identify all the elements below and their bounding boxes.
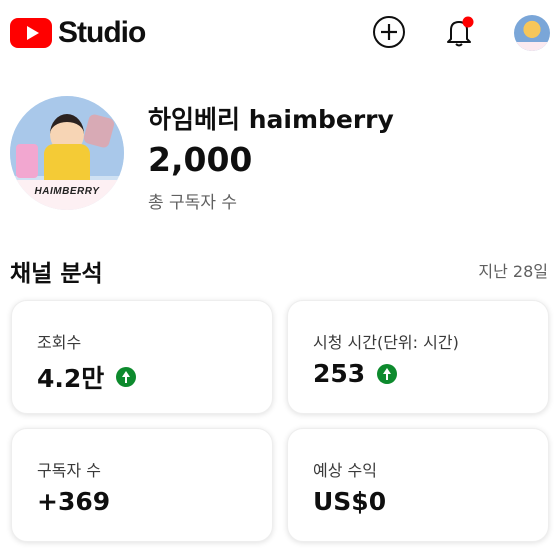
card-value: 253	[313, 359, 366, 388]
subscriber-count: 2,000	[148, 140, 253, 179]
estimated-revenue-card[interactable]: 예상 수익 US$0	[287, 428, 549, 542]
bell-notification-icon	[447, 16, 474, 47]
analytics-period: 지난 28일	[478, 262, 548, 281]
card-label: 시청 시간(단위: 시간)	[313, 333, 459, 352]
card-label: 예상 수익	[313, 461, 377, 480]
channel-name: 하임베리 haimberry	[148, 105, 394, 134]
channel-avatar[interactable]: HAIMBERRY	[10, 96, 124, 210]
views-card[interactable]: 조회수 4.2만	[11, 300, 273, 414]
plus-circle-icon	[373, 16, 405, 48]
card-label: 구독자 수	[37, 461, 101, 480]
top-bar: Studio	[0, 0, 560, 70]
trend-up-icon	[377, 363, 398, 384]
avatar-caption: HAIMBERRY	[10, 180, 124, 210]
card-value: 4.2만	[37, 364, 105, 393]
channel-analytics-title: 채널 분석	[10, 261, 103, 287]
youtube-studio-logo[interactable]: Studio	[10, 16, 146, 50]
app-name: Studio	[58, 16, 146, 49]
trend-up-icon	[116, 367, 137, 387]
account-avatar[interactable]	[514, 15, 550, 51]
avatar-caption-band	[514, 42, 550, 51]
youtube-play-icon	[10, 18, 52, 48]
watch-time-card[interactable]: 시청 시간(단위: 시간) 253	[287, 300, 549, 414]
card-label: 조회수	[37, 333, 82, 352]
card-value: US$0	[313, 487, 387, 516]
card-value: +369	[37, 487, 111, 516]
notifications-button[interactable]	[441, 14, 477, 50]
subscriber-label: 총 구독자 수	[148, 193, 238, 213]
create-button[interactable]	[371, 14, 407, 50]
subscribers-card[interactable]: 구독자 수 +369	[11, 428, 273, 542]
